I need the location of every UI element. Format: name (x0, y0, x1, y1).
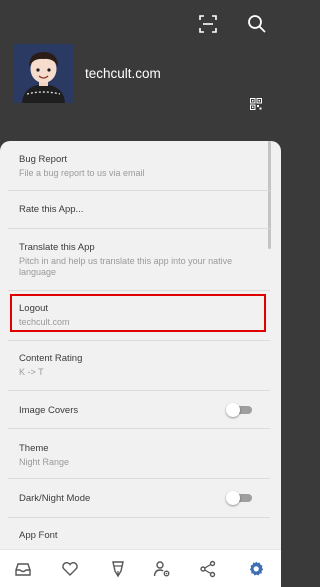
divider (8, 340, 270, 341)
divider (8, 228, 270, 229)
write-icon[interactable] (109, 560, 127, 578)
setting-theme[interactable]: Theme Night Range (19, 443, 264, 468)
setting-subtitle: K -> T (19, 367, 44, 377)
settings-icon[interactable] (247, 560, 265, 578)
divider (8, 290, 270, 291)
app-header: techcult.com (0, 0, 281, 150)
favorites-icon[interactable] (61, 560, 79, 578)
scan-icon[interactable] (198, 14, 218, 34)
qr-code-icon[interactable] (250, 98, 262, 110)
setting-title: Content Rating (19, 353, 83, 364)
bottom-nav (0, 549, 281, 587)
divider (8, 190, 270, 191)
settings-panel: Bug Report File a bug report to us via e… (0, 141, 281, 549)
scrollbar[interactable] (268, 141, 271, 249)
divider (8, 428, 270, 429)
avatar[interactable] (14, 44, 73, 103)
setting-rate-app[interactable]: Rate this App... (19, 204, 264, 216)
setting-subtitle: Pitch in and help us translate this app … (19, 256, 233, 277)
setting-content-rating[interactable]: Content Rating K -> T (19, 353, 264, 378)
setting-translate[interactable]: Translate this App Pitch in and help us … (19, 242, 264, 278)
toggle-knob (226, 403, 240, 417)
setting-title: Bug Report (19, 154, 68, 165)
divider (8, 390, 270, 391)
setting-subtitle: techcult.com (19, 317, 70, 327)
setting-app-font[interactable]: App Font (19, 530, 264, 542)
library-icon[interactable] (14, 560, 32, 578)
toggle-knob (226, 491, 240, 505)
setting-subtitle: File a bug report to us via email (19, 168, 145, 178)
username: techcult.com (85, 66, 161, 81)
dark-mode-toggle[interactable] (226, 491, 252, 505)
setting-title: App Font (19, 530, 58, 541)
setting-title: Theme (19, 443, 49, 454)
setting-subtitle: Night Range (19, 457, 70, 467)
search-icon[interactable] (247, 14, 267, 34)
profile-settings-icon[interactable] (153, 560, 171, 578)
setting-logout[interactable]: Logout techcult.com (19, 303, 264, 328)
setting-title: Logout (19, 303, 49, 314)
divider (8, 478, 270, 479)
setting-title: Rate this App... (19, 204, 84, 215)
setting-bug-report[interactable]: Bug Report File a bug report to us via e… (19, 154, 264, 179)
share-icon[interactable] (199, 560, 217, 578)
setting-title: Translate this App (19, 242, 95, 253)
divider (8, 517, 270, 518)
image-covers-toggle[interactable] (226, 403, 252, 417)
